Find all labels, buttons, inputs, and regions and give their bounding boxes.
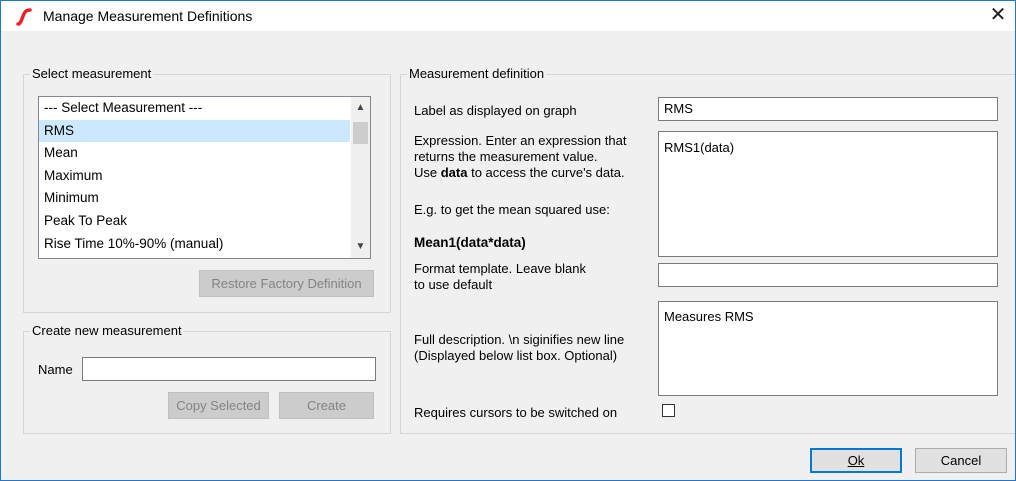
format-template-input[interactable] <box>658 263 998 287</box>
expression-help-line3: Use data to access the curve's data. <box>414 165 625 181</box>
format-help-line1: Format template. Leave blank <box>414 261 586 276</box>
scroll-up-icon[interactable]: ▲ <box>351 99 370 117</box>
list-item[interactable]: Rise Time 10%-90% (manual) <box>39 233 350 256</box>
scroll-thumb[interactable] <box>353 122 368 144</box>
description-textarea[interactable]: Measures RMS <box>658 301 998 396</box>
list-item[interactable]: Maximum <box>39 165 350 188</box>
list-item[interactable]: Mean <box>39 142 350 165</box>
expression-example-text: E.g. to get the mean squared use: <box>414 202 610 217</box>
name-label: Name <box>38 362 73 377</box>
name-input[interactable] <box>82 357 376 381</box>
expression-example-code: Mean1(data*data) <box>414 235 526 250</box>
create-measurement-title: Create new measurement <box>30 323 184 338</box>
list-item[interactable]: Peak To Peak <box>39 210 350 233</box>
cancel-button-label: Cancel <box>940 453 982 468</box>
restore-factory-button[interactable]: Restore Factory Definition <box>199 270 374 297</box>
list-item[interactable]: Minimum <box>39 187 350 210</box>
description-help-line2: (Displayed below list box. Optional) <box>414 348 618 363</box>
list-item[interactable]: --- Select Measurement --- <box>39 97 350 120</box>
expression-help-pre: Use <box>414 165 441 180</box>
expression-textarea[interactable]: RMS1(data) <box>658 131 998 257</box>
expression-help-post: to access the curve's data. <box>467 165 625 180</box>
dialog-window: Manage Measurement Definitions ✕ Select … <box>0 0 1016 481</box>
scroll-down-icon[interactable]: ▼ <box>351 238 370 256</box>
close-icon[interactable]: ✕ <box>987 4 1009 26</box>
title-bar: Manage Measurement Definitions ✕ <box>1 1 1015 31</box>
listbox-scrollbar[interactable]: ▲ ▼ <box>351 97 370 258</box>
graph-label: Label as displayed on graph <box>414 103 577 118</box>
cancel-button[interactable]: Cancel <box>915 448 1007 473</box>
expression-help-line1: Expression. Enter an expression that <box>414 133 627 148</box>
copy-selected-button[interactable]: Copy Selected <box>168 392 269 419</box>
requires-cursors-checkbox[interactable] <box>662 404 675 417</box>
select-measurement-title: Select measurement <box>30 66 154 81</box>
measurement-definition-title: Measurement definition <box>407 66 547 81</box>
create-button[interactable]: Create <box>279 392 374 419</box>
ok-button-label: Ok <box>847 453 865 468</box>
format-help-line2: to use default <box>414 277 493 292</box>
expression-help-line2: returns the measurement value. <box>414 149 598 164</box>
measurement-listbox[interactable]: --- Select Measurement --- RMS Mean Maximum… <box>38 96 371 259</box>
requires-cursors-label: Requires cursors to be switched on <box>414 405 618 420</box>
app-logo-icon <box>16 8 32 26</box>
window-title: Manage Measurement Definitions <box>43 8 253 24</box>
ok-button[interactable]: Ok <box>810 448 902 473</box>
graph-label-input[interactable]: RMS <box>658 97 998 121</box>
list-item[interactable]: RMS <box>39 119 350 143</box>
expression-help-data-keyword: data <box>440 165 468 180</box>
description-help-line1: Full description. \n siginifies new line <box>414 332 625 347</box>
